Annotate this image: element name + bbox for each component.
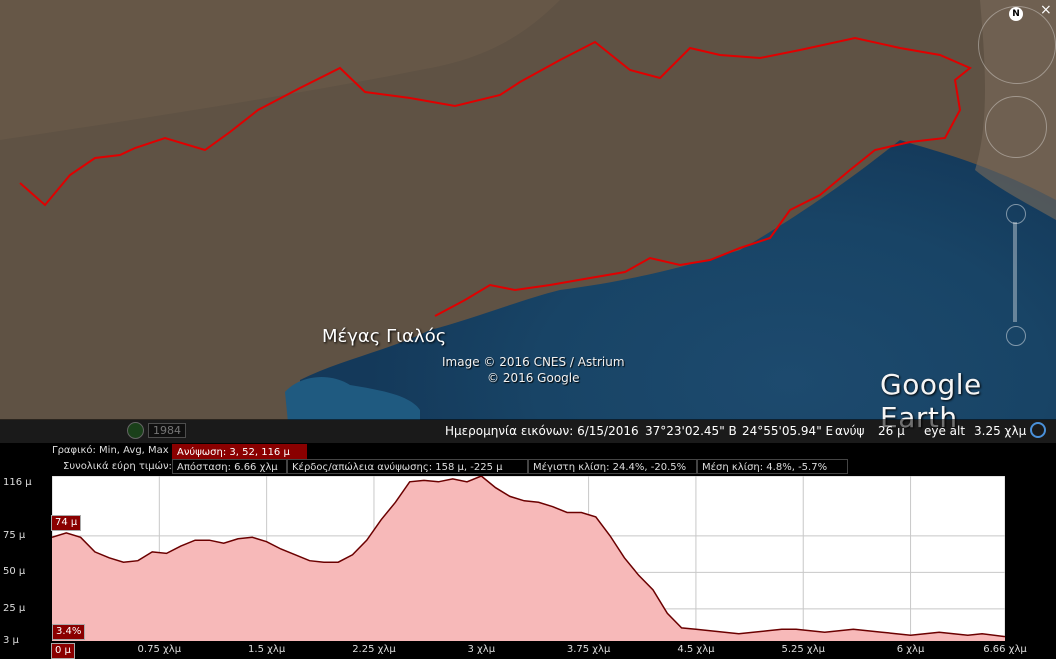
- x-tick-label: 3.75 χλμ: [566, 644, 611, 655]
- avg-slope-stat: Μέση κλίση: 4.8%, -5.7%: [697, 459, 848, 474]
- zoom-in-button[interactable]: [1006, 204, 1026, 224]
- x-tick-label: 6 χλμ: [896, 644, 925, 655]
- cursor-slope-tag: 3.4%: [52, 624, 86, 640]
- y-tick-label: 50 μ: [3, 566, 26, 578]
- eye-alt-value: 3.25 χλμ: [974, 424, 1027, 438]
- x-tick-label: 3 χλμ: [467, 644, 496, 655]
- y-tick-label: 3 μ: [3, 635, 19, 646]
- cursor-elevation-tag: 74 μ: [51, 515, 82, 531]
- credit-line: © 2016 Google: [487, 371, 580, 385]
- cursor-distance-tag: 0 μ: [51, 643, 75, 659]
- place-label: Μέγας Γιαλός: [322, 326, 447, 347]
- zoom-track[interactable]: [1013, 222, 1017, 322]
- gain-loss-stat: Κέρδος/απώλεια ανύψωσης: 158 μ, -225 μ: [287, 459, 528, 474]
- graph-stat-dropdown[interactable]: Ανύψωση: 3, 52, 116 μ: [172, 444, 307, 459]
- graph-label: Γραφικό: Min, Avg, Max: [52, 445, 169, 456]
- elevation-chart[interactable]: [52, 476, 1005, 641]
- max-slope-stat: Μέγιστη κλίση: 24.4%, -20.5%: [528, 459, 697, 474]
- x-tick-label: 2.25 χλμ: [352, 644, 396, 655]
- close-profile-button[interactable]: ×: [1040, 2, 1052, 18]
- elevation-value: 26 μ: [878, 424, 905, 438]
- map-view[interactable]: Μέγας Γιαλός Image © 2016 CNES / Astrium…: [0, 0, 1056, 443]
- y-tick-label: 116 μ: [3, 477, 32, 488]
- imagery-credit: Image © 2016 CNES / Astrium © 2016 Googl…: [442, 354, 625, 386]
- zoom-slider[interactable]: [1006, 204, 1026, 346]
- x-tick-label: 1.5 χλμ: [248, 644, 286, 655]
- imagery-date: Ημερομηνία εικόνων: 6/15/2016: [445, 424, 639, 438]
- totals-label: Συνολικά εύρη τιμών:: [63, 461, 172, 472]
- eye-alt-label: eye alt: [924, 424, 966, 438]
- y-tick-label: 75 μ: [3, 529, 26, 541]
- zoom-out-button[interactable]: [1006, 326, 1026, 346]
- y-tick-label: 25 μ: [3, 602, 26, 614]
- x-tick-label: 5.25 χλμ: [781, 644, 825, 655]
- credit-line: Image © 2016 CNES / Astrium: [442, 355, 625, 369]
- x-tick-label: 0.75 χλμ: [137, 644, 182, 655]
- look-joystick[interactable]: [985, 96, 1047, 158]
- elevation-label: ανύψ: [835, 424, 865, 438]
- distance-stat: Απόσταση: 6.66 χλμ: [172, 459, 287, 474]
- latitude: 37°23'02.45" Β: [645, 424, 737, 438]
- status-bar: Ημερομηνία εικόνων: 6/15/2016 37°23'02.4…: [0, 419, 1056, 443]
- x-tick-label: 6.66 χλμ: [983, 644, 1027, 655]
- loading-indicator-icon: [1030, 422, 1046, 438]
- longitude: 24°55'05.94" Ε: [742, 424, 834, 438]
- north-indicator[interactable]: N: [1009, 7, 1023, 21]
- x-tick-label: 4.5 χλμ: [677, 644, 715, 655]
